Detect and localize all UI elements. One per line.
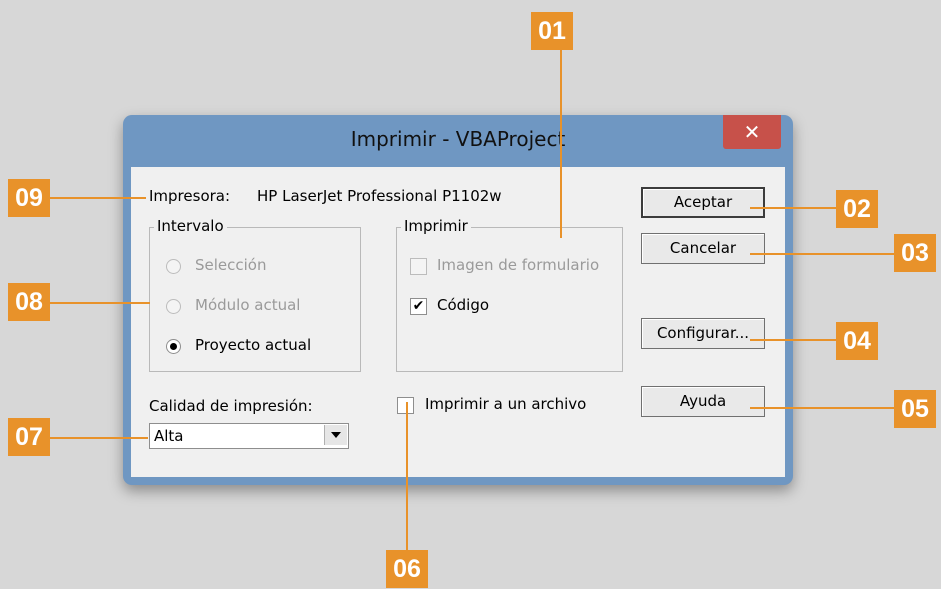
quality-label: Calidad de impresión:: [149, 397, 313, 415]
callout-06-badge: 06: [386, 550, 428, 588]
callout-08-line: [48, 302, 150, 304]
callout-09-line: [48, 197, 146, 199]
callout-04-badge: 04: [836, 322, 878, 360]
callout-04-line: [750, 339, 838, 341]
printer-name: HP LaserJet Professional P1102w: [257, 187, 502, 205]
printer-label: Impresora:: [149, 187, 231, 205]
callout-02-line: [750, 207, 838, 209]
quality-select[interactable]: Alta: [149, 423, 349, 449]
callout-07-badge: 07: [8, 418, 50, 456]
range-group: Intervalo Selección Módulo actual Proyec…: [149, 217, 361, 372]
print-group: Imprimir Imagen de formulario ✔ Código: [396, 217, 623, 372]
callout-01-badge: 01: [531, 12, 573, 50]
selection-radio[interactable]: [166, 259, 181, 274]
callout-06-line: [406, 402, 408, 552]
callout-08-badge: 08: [8, 283, 50, 321]
radio-selected-dot: [170, 343, 177, 350]
current-module-radio[interactable]: [166, 299, 181, 314]
callout-05-badge: 05: [894, 390, 936, 428]
callout-03-line: [750, 253, 896, 255]
close-button[interactable]: ✕: [723, 115, 781, 149]
range-group-title: Intervalo: [154, 217, 227, 235]
callout-02-badge: 02: [836, 190, 878, 228]
print-to-file-label: Imprimir a un archivo: [425, 395, 587, 413]
selection-label: Selección: [195, 256, 267, 274]
dialog-client-area: Impresora: HP LaserJet Professional P110…: [131, 167, 785, 477]
callout-03-badge: 03: [894, 234, 936, 272]
current-project-radio[interactable]: [166, 339, 181, 354]
callout-05-line: [750, 407, 896, 409]
setup-button[interactable]: Configurar...: [641, 318, 765, 349]
quality-value: Alta: [154, 427, 184, 445]
accept-button[interactable]: Aceptar: [641, 187, 765, 218]
current-module-label: Módulo actual: [195, 296, 301, 314]
form-image-label: Imagen de formulario: [437, 256, 600, 274]
code-checkbox[interactable]: ✔: [410, 298, 427, 315]
help-button[interactable]: Ayuda: [641, 386, 765, 417]
callout-07-line: [48, 437, 148, 439]
print-dialog: Imprimir - VBAProject ✕ Impresora: HP La…: [123, 115, 793, 485]
current-project-label: Proyecto actual: [195, 336, 312, 354]
callout-09-badge: 09: [8, 179, 50, 217]
title-bar[interactable]: Imprimir - VBAProject ✕: [123, 115, 793, 167]
dialog-title: Imprimir - VBAProject: [350, 127, 566, 151]
code-label: Código: [437, 296, 490, 314]
cancel-button[interactable]: Cancelar: [641, 233, 765, 264]
print-group-title: Imprimir: [401, 217, 471, 235]
dropdown-arrow-icon[interactable]: [324, 425, 347, 445]
callout-01-line: [560, 48, 562, 238]
form-image-checkbox[interactable]: [410, 258, 427, 275]
